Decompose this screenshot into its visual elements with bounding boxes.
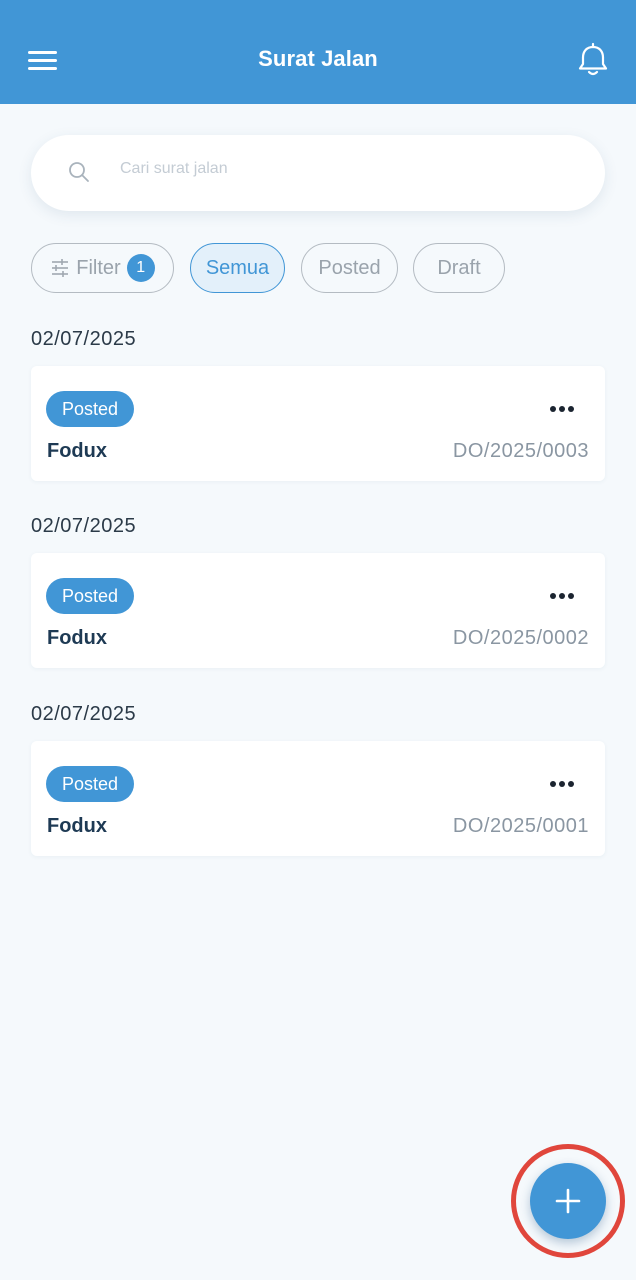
chip-draft[interactable]: Draft xyxy=(413,243,505,293)
date-header: 02/07/2025 xyxy=(31,703,137,725)
add-button[interactable] xyxy=(530,1163,606,1239)
more-dots-icon xyxy=(550,593,556,599)
filter-label: Filter xyxy=(76,256,121,279)
chip-semua[interactable]: Semua xyxy=(190,243,285,293)
plus-icon xyxy=(555,1188,581,1214)
date-header: 02/07/2025 xyxy=(31,515,137,537)
more-options-button[interactable] xyxy=(543,583,581,609)
chip-posted[interactable]: Posted xyxy=(301,243,398,293)
notification-button[interactable] xyxy=(572,40,614,82)
customer-name: Fodux xyxy=(47,627,107,649)
search-icon xyxy=(69,162,89,182)
status-badge: Posted xyxy=(46,766,134,802)
date-header: 02/07/2025 xyxy=(31,328,137,350)
app-header: Surat Jalan xyxy=(0,0,636,104)
delivery-card[interactable]: Posted Fodux DO/2025/0002 xyxy=(31,553,605,668)
more-options-button[interactable] xyxy=(543,396,581,422)
document-number: DO/2025/0001 xyxy=(452,815,589,837)
page-title: Surat Jalan xyxy=(258,46,378,71)
more-dots-icon xyxy=(550,781,556,787)
app-screen: Surat Jalan Filter 1 Semua Posted Draft xyxy=(0,0,636,1280)
customer-name: Fodux xyxy=(47,815,107,837)
filter-button[interactable]: Filter 1 xyxy=(31,243,174,293)
status-badge: Posted xyxy=(46,391,134,427)
filter-count-badge: 1 xyxy=(126,254,155,282)
document-number: DO/2025/0002 xyxy=(452,627,589,649)
delivery-card[interactable]: Posted Fodux DO/2025/0001 xyxy=(31,741,605,856)
more-options-button[interactable] xyxy=(543,771,581,797)
document-number: DO/2025/0003 xyxy=(452,440,589,462)
customer-name: Fodux xyxy=(47,440,107,462)
more-dots-icon xyxy=(550,406,556,412)
status-badge: Posted xyxy=(46,578,134,614)
delivery-card[interactable]: Posted Fodux DO/2025/0003 xyxy=(31,366,605,481)
sliders-icon xyxy=(52,259,69,277)
bell-icon xyxy=(578,42,608,76)
search-input[interactable] xyxy=(120,156,560,182)
